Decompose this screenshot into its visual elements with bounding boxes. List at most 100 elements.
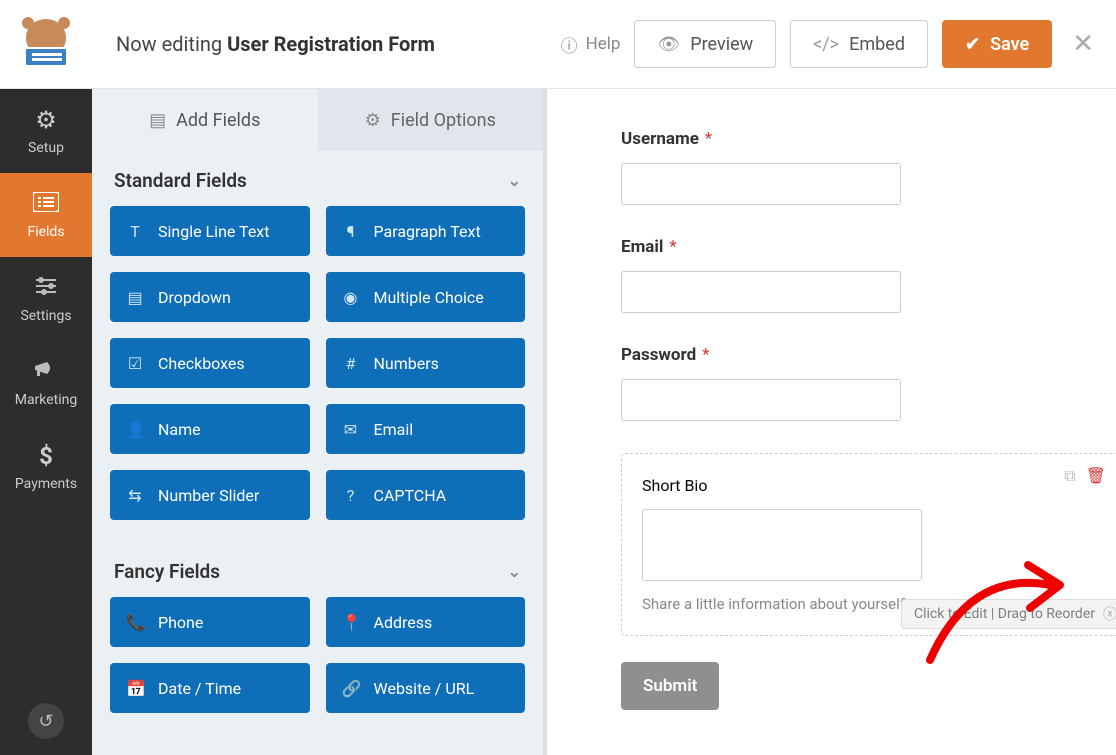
field-label: Email: [374, 420, 414, 439]
text-input[interactable]: [621, 271, 901, 313]
form-field-email[interactable]: Email*: [621, 237, 1082, 313]
gear-icon: ⚙: [35, 106, 57, 134]
field-label: Phone: [158, 613, 203, 632]
standard-fields-grid: T Single Line Text ¶ Paragraph Text ▤Dropd…: [92, 206, 543, 542]
section-fancy-fields[interactable]: Fancy Fields ⌄: [92, 542, 543, 597]
sidebar-item-label: Settings: [20, 308, 71, 324]
trash-icon[interactable]: 🗑: [1086, 466, 1106, 486]
code-icon: </>: [813, 34, 839, 55]
sidebar-item-fields[interactable]: Fields: [0, 173, 92, 257]
sidebar-item-label: Fields: [27, 224, 64, 240]
save-button[interactable]: ✔ Save: [942, 20, 1052, 68]
help-label: Help: [586, 34, 621, 54]
form-field-short-bio[interactable]: ⧉ 🗑 Short Bio Share a little information…: [621, 453, 1116, 636]
phone-icon: 📞: [126, 613, 144, 632]
form-field-username[interactable]: Username*: [621, 129, 1082, 205]
field-label: Website / URL: [374, 679, 475, 698]
sidebar-item-marketing[interactable]: Marketing: [0, 341, 92, 425]
text-input[interactable]: [621, 163, 901, 205]
close-icon[interactable]: ⓧ: [1103, 604, 1116, 624]
panel-body[interactable]: Standard Fields ⌄ T Single Line Text ¶ Par…: [92, 151, 543, 755]
page-title: Now editing User Registration Form: [92, 32, 561, 56]
history-button[interactable]: ↺: [28, 703, 64, 739]
text-icon: T: [126, 222, 144, 241]
sidebar-item-label: Setup: [28, 140, 64, 156]
close-icon[interactable]: ✕: [1066, 29, 1100, 59]
section-title: Standard Fields: [114, 169, 247, 192]
tab-label: Add Fields: [176, 110, 260, 131]
hash-icon: #: [342, 354, 360, 373]
grid-icon: ▤: [149, 110, 166, 131]
field-label: Paragraph Text: [374, 222, 481, 241]
check-icon: ✔: [965, 34, 980, 55]
sidebar-footer: ↺: [0, 703, 92, 739]
field-paragraph-text[interactable]: ¶ Paragraph Text: [326, 206, 526, 256]
field-phone[interactable]: 📞 Phone: [110, 597, 310, 647]
sidebar-item-payments[interactable]: $ Payments: [0, 425, 92, 509]
field-label: Checkboxes: [158, 354, 245, 373]
save-label: Save: [990, 34, 1029, 55]
field-label: Number Slider: [158, 486, 259, 505]
field-multiple-choice[interactable]: ◉Multiple Choice: [326, 272, 526, 322]
sidebar-item-label: Payments: [15, 476, 77, 492]
field-number-slider[interactable]: ⇆ Number Slider: [110, 470, 310, 520]
form-field-password[interactable]: Password*: [621, 345, 1082, 421]
field-website-url[interactable]: 🔗Website / URL: [326, 663, 526, 713]
help-link[interactable]: ⓘ Help: [561, 32, 621, 57]
field-captcha[interactable]: ?CAPTCHA: [326, 470, 526, 520]
field-label: Username*: [621, 129, 1082, 149]
required-indicator: *: [669, 237, 676, 257]
list-icon: [33, 190, 59, 218]
embed-button[interactable]: </> Embed: [790, 20, 928, 68]
person-icon: 👤: [126, 420, 144, 439]
form-name: User Registration Form: [227, 32, 435, 56]
textarea-input[interactable]: [642, 509, 922, 581]
sidebar-item-settings[interactable]: Settings: [0, 257, 92, 341]
editing-prefix: Now editing: [116, 32, 222, 56]
field-email[interactable]: ✉ Email: [326, 404, 526, 454]
bullhorn-icon: [33, 358, 59, 386]
chevron-down-icon: ⌄: [508, 171, 521, 190]
field-label: Email*: [621, 237, 1082, 257]
text-input[interactable]: [621, 379, 901, 421]
sliders-icon: ⚙: [365, 110, 381, 131]
checkbox-icon: ☑: [126, 354, 144, 373]
field-date-time[interactable]: 📅Date / Time: [110, 663, 310, 713]
field-dropdown[interactable]: ▤Dropdown: [110, 272, 310, 322]
envelope-icon: ✉: [342, 420, 360, 439]
paragraph-icon: ¶: [342, 222, 360, 241]
eye-icon: 👁: [657, 34, 680, 55]
field-checkboxes[interactable]: ☑ Checkboxes: [110, 338, 310, 388]
section-standard-fields[interactable]: Standard Fields ⌄: [92, 151, 543, 206]
field-label: CAPTCHA: [374, 486, 447, 505]
field-label: Single Line Text: [158, 222, 269, 241]
calendar-icon: 📅: [126, 679, 144, 698]
sidebar-item-setup[interactable]: ⚙ Setup: [0, 89, 92, 173]
preview-button[interactable]: 👁 Preview: [634, 20, 776, 68]
form-preview: Username* Email* Password* ⧉ 🗑 Short Bio…: [551, 89, 1116, 755]
tab-field-options[interactable]: ⚙ Field Options: [318, 89, 544, 151]
hint-text: Click to Edit | Drag to Reorder: [914, 606, 1095, 622]
field-label: Address: [374, 613, 433, 632]
field-row-actions: ⧉ 🗑: [1064, 466, 1106, 486]
section-title: Fancy Fields: [114, 560, 220, 583]
panel-tabs: ▤ Add Fields ⚙ Field Options: [92, 89, 543, 151]
field-label: Multiple Choice: [374, 288, 484, 307]
field-address[interactable]: 📍 Address: [326, 597, 526, 647]
duplicate-icon[interactable]: ⧉: [1064, 466, 1075, 486]
pin-icon: 📍: [342, 613, 360, 632]
slider-icon: ⇆: [126, 486, 144, 505]
field-single-line-text[interactable]: T Single Line Text: [110, 206, 310, 256]
edit-hint-badge: Click to Edit | Drag to Reorder ⓧ: [901, 599, 1116, 629]
field-label: Short Bio: [642, 476, 707, 495]
dropdown-icon: ▤: [126, 288, 144, 307]
field-numbers[interactable]: #Numbers: [326, 338, 526, 388]
help-icon: ⓘ: [561, 32, 578, 57]
field-name[interactable]: 👤Name: [110, 404, 310, 454]
top-bar: Now editing User Registration Form ⓘ Hel…: [0, 0, 1116, 89]
tab-add-fields[interactable]: ▤ Add Fields: [92, 89, 318, 151]
submit-button[interactable]: Submit: [621, 662, 719, 710]
preview-label: Preview: [690, 34, 753, 55]
required-indicator: *: [702, 345, 709, 365]
required-indicator: *: [705, 129, 712, 149]
